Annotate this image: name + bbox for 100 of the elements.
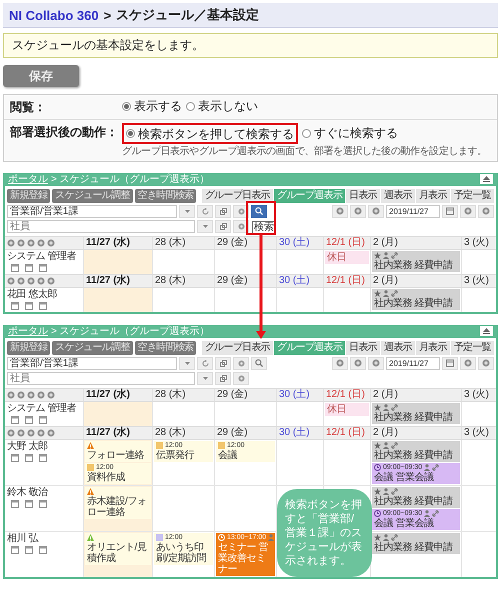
todo-item[interactable]: オリエント/見積作成 [85,532,151,564]
holiday-item[interactable]: 休日 [325,250,369,264]
refresh-button[interactable] [197,204,213,218]
nav-button[interactable] [350,204,366,218]
radio-option[interactable]: 検索ボタンを押して検索する [126,126,294,142]
calendar-icon[interactable] [25,454,33,462]
nav-button[interactable] [478,356,494,370]
nav-circle-icon[interactable] [7,390,15,398]
nav-button[interactable] [368,204,384,218]
copy-button[interactable] [215,204,231,218]
calendar-icon[interactable] [11,454,19,462]
group-select-field[interactable]: 営業部/営業1課 [7,356,177,370]
radio-button[interactable] [126,129,135,138]
nav-circle-icon[interactable] [37,428,45,436]
group-select-field[interactable]: 営業部/営業1課 [7,204,177,218]
collapse-icon[interactable] [483,176,490,182]
settings-button[interactable] [233,372,249,384]
collapse-button[interactable] [480,174,493,184]
member-name[interactable]: システム 管理者 [7,402,81,414]
nav-button[interactable] [350,356,366,370]
nav-circle-icon[interactable] [27,390,35,398]
view-tab[interactable]: グループ日表示 [202,188,273,202]
view-tab[interactable]: 週表示 [380,188,415,202]
member-name[interactable]: 大野 太郎 [7,440,81,452]
search-button[interactable] [251,204,267,218]
view-tab[interactable]: グループ日表示 [202,340,273,354]
nav-circle-icon[interactable] [7,276,15,284]
calendar-button[interactable] [442,204,458,218]
nav-circle-icon[interactable] [47,238,55,246]
settings-button[interactable] [233,356,249,370]
task-item[interactable]: 社内業務 経費申請 [372,440,460,462]
task-item[interactable]: 社内業務 経費申請 [372,532,460,554]
nav-circle-icon[interactable] [37,390,45,398]
date-field[interactable]: 2019/11/27 [386,356,440,370]
nav-circle-icon[interactable] [27,238,35,246]
task-item[interactable]: 社内業務 経費申請 [372,402,460,424]
nav-button[interactable] [478,204,494,218]
date-field[interactable]: 2019/11/27 [386,204,440,218]
todo-item[interactable]: フォロー連絡 [85,440,151,462]
calendar-icon[interactable] [39,500,47,508]
dropdown-button[interactable] [197,372,213,384]
collapse-icon[interactable] [483,328,490,334]
breadcrumb-link[interactable]: NI Collabo 360 [9,8,99,22]
calendar-icon[interactable] [11,416,19,424]
calendar-icon[interactable] [11,264,19,272]
calendar-icon[interactable] [25,546,33,554]
task-item[interactable]: 社内業務 経費申請 [372,250,460,272]
member-name[interactable]: 鈴木 敬治 [7,486,81,498]
nav-circle-icon[interactable] [17,238,25,246]
radio-option[interactable]: 表示する [122,98,182,114]
view-tab[interactable]: 日表示 [346,188,380,202]
nav-circle-icon[interactable] [17,390,25,398]
member-name[interactable]: 花田 悠太郎 [7,288,81,300]
dropdown-button[interactable] [197,220,213,232]
view-tab[interactable]: 月表示 [416,340,450,354]
calendar-icon[interactable] [11,302,19,310]
today-cell[interactable] [84,288,152,312]
radio-option[interactable]: すぐに検索する [302,125,398,142]
radio-option[interactable]: 表示しない [186,98,258,114]
todo-item[interactable]: 赤木建設/フォロー連絡 [85,486,151,518]
view-tab[interactable]: 月表示 [416,188,450,202]
refresh-button[interactable] [197,356,213,370]
nav-button[interactable] [332,356,348,370]
view-tab[interactable]: 日表示 [346,340,380,354]
nav-button[interactable] [368,356,384,370]
radio-button[interactable] [186,102,195,110]
calendar-icon[interactable] [25,416,33,424]
member-name[interactable]: システム 管理者 [7,250,81,262]
today-cell[interactable] [84,250,152,274]
nav-circle-icon[interactable] [37,238,45,246]
nav-circle-icon[interactable] [17,428,25,436]
calendar-icon[interactable] [39,264,47,272]
holiday-item[interactable]: 休日 [325,402,369,416]
nav-circle-icon[interactable] [47,390,55,398]
member-select-field[interactable]: 社員 [7,220,195,232]
task-item[interactable]: 社内業務 経費申請 [372,486,460,508]
nav-button[interactable] [460,356,476,370]
today-cell[interactable]: オリエント/見積作成 [84,532,152,576]
view-tab[interactable]: 予定一覧 [450,340,494,354]
member-name[interactable]: 相川 弘 [7,532,81,544]
calendar-icon[interactable] [39,416,47,424]
nav-circle-icon[interactable] [27,276,35,284]
calendar-icon[interactable] [39,546,47,554]
view-tab[interactable]: 週表示 [380,340,415,354]
calendar-button[interactable] [442,356,458,370]
radio-button[interactable] [302,128,311,138]
nav-circle-icon[interactable] [37,276,45,284]
view-tab[interactable]: 予定一覧 [450,188,494,202]
calendar-icon[interactable] [39,454,47,462]
nav-circle-icon[interactable] [47,428,55,436]
calendar-icon[interactable] [25,500,33,508]
nav-button[interactable] [332,204,348,218]
calendar-icon[interactable] [25,264,33,272]
copy-button[interactable] [215,220,231,232]
dropdown-button[interactable] [179,204,195,218]
member-select-field[interactable]: 社員 [7,372,195,384]
nav-circle-icon[interactable] [27,428,35,436]
nav-circle-icon[interactable] [17,276,25,284]
nav-circle-icon[interactable] [47,276,55,284]
calendar-icon[interactable] [11,546,19,554]
